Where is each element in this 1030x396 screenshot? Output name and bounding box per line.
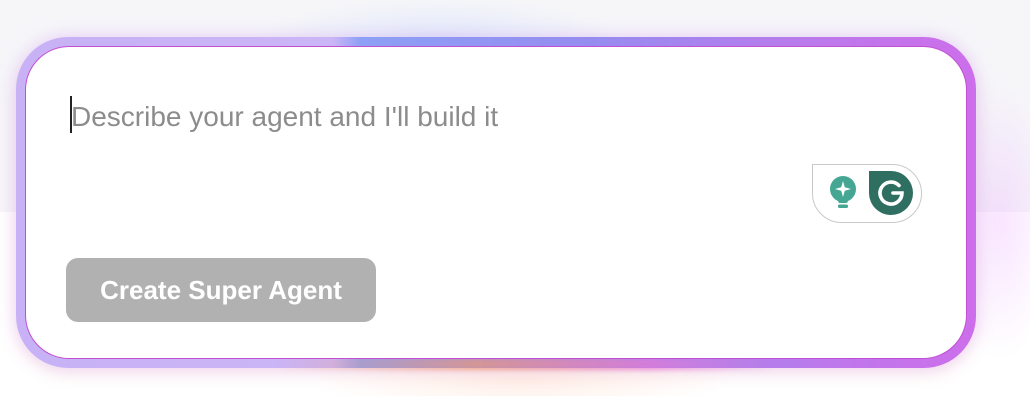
agent-description-input[interactable] (26, 99, 906, 135)
lightbulb-sparkle-icon[interactable] (828, 175, 858, 213)
agent-composer-frame: Create Super Agent (16, 37, 976, 368)
create-super-agent-button[interactable]: Create Super Agent (66, 258, 376, 322)
grammarly-g-icon[interactable] (869, 171, 913, 215)
grammarly-widget[interactable] (812, 164, 922, 223)
agent-composer-card: Create Super Agent (25, 46, 967, 359)
